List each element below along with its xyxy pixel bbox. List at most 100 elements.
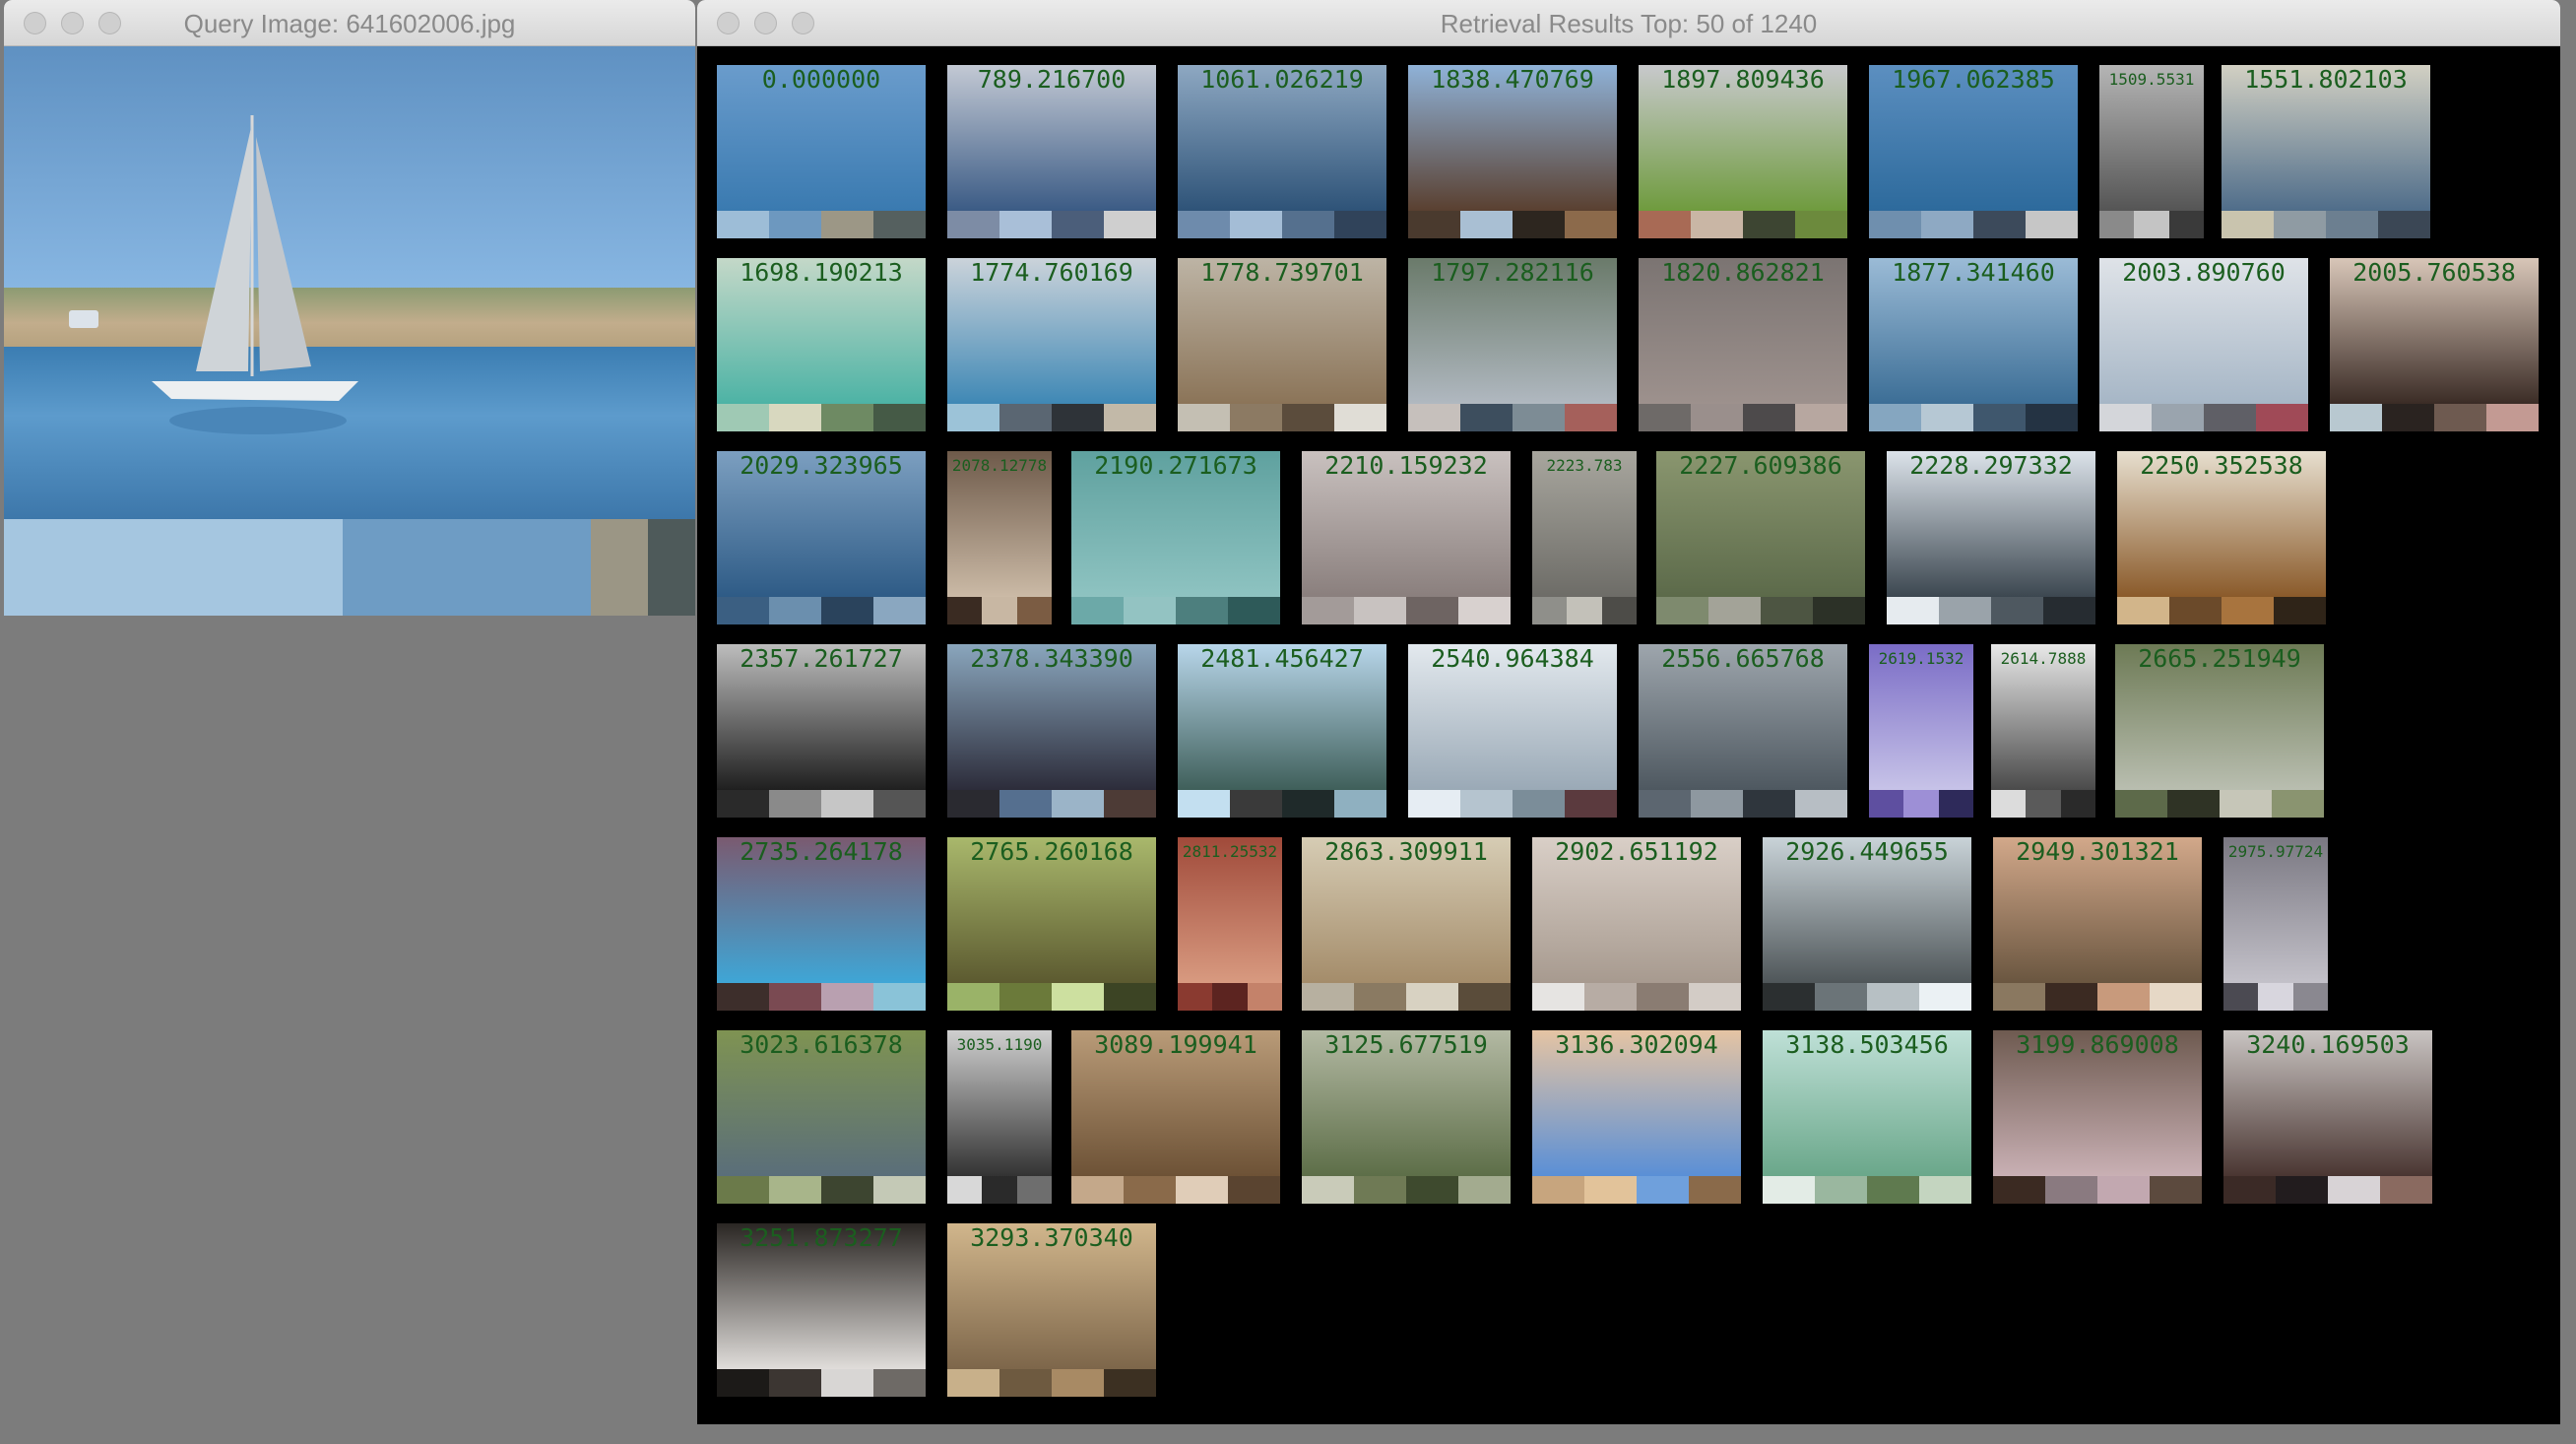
palette-swatch	[717, 211, 769, 238]
result-thumbnail[interactable]: 3240.169503	[2223, 1030, 2432, 1204]
result-palette	[717, 983, 926, 1011]
palette-swatch	[947, 597, 983, 624]
palette-swatch	[1565, 404, 1617, 431]
palette-swatch	[1565, 790, 1617, 818]
palette-swatch	[1639, 790, 1691, 818]
result-palette	[2115, 790, 2324, 818]
result-thumbnail[interactable]: 789.216700	[947, 65, 1156, 238]
palette-swatch	[1639, 211, 1691, 238]
palette-swatch	[1973, 404, 2026, 431]
result-palette	[1408, 404, 1617, 431]
palette-swatch	[2115, 790, 2167, 818]
result-thumbnail[interactable]: 2765.260168	[947, 837, 1156, 1011]
result-thumbnail[interactable]: 1877.341460	[1869, 258, 2078, 431]
result-thumbnail[interactable]: 3125.677519	[1302, 1030, 1511, 1204]
result-thumbnail[interactable]: 2619.1532	[1869, 644, 1973, 818]
result-thumbnail[interactable]: 2005.760538	[2330, 258, 2539, 431]
palette-swatch	[1104, 983, 1156, 1011]
result-thumbnail[interactable]: 2665.251949	[2115, 644, 2324, 818]
result-thumbnail[interactable]: 2975.97724	[2223, 837, 2328, 1011]
result-distance-label: 2975.97724	[2227, 842, 2324, 861]
result-thumbnail[interactable]: 3089.199941	[1071, 1030, 1280, 1204]
result-distance-label: 2210.159232	[1324, 451, 1488, 480]
result-thumbnail[interactable]: 2250.352538	[2117, 451, 2326, 624]
result-thumbnail[interactable]: 3199.869008	[1993, 1030, 2202, 1204]
result-palette	[947, 983, 1156, 1011]
palette-swatch	[1795, 790, 1847, 818]
result-thumbnail[interactable]: 1797.282116	[1408, 258, 1617, 431]
palette-swatch	[2258, 983, 2293, 1011]
result-thumbnail[interactable]: 2735.264178	[717, 837, 926, 1011]
result-thumbnail[interactable]: 2540.964384	[1408, 644, 1617, 818]
result-thumbnail[interactable]: 0.000000	[717, 65, 926, 238]
result-thumbnail[interactable]: 3136.302094	[1532, 1030, 1741, 1204]
palette-swatch	[1532, 983, 1584, 1011]
result-thumbnail[interactable]: 1509.5531	[2099, 65, 2204, 238]
palette-swatch	[1869, 211, 1921, 238]
result-thumbnail[interactable]: 2003.890760	[2099, 258, 2308, 431]
result-thumbnail[interactable]: 2556.665768	[1639, 644, 1847, 818]
result-thumbnail[interactable]: 2863.309911	[1302, 837, 1511, 1011]
result-thumbnail[interactable]: 1897.809436	[1639, 65, 1847, 238]
result-distance-label: 2190.271673	[1094, 451, 1257, 480]
palette-swatch	[982, 597, 1017, 624]
palette-swatch	[1408, 211, 1460, 238]
palette-swatch	[4, 519, 343, 616]
result-palette	[947, 1369, 1156, 1397]
result-thumbnail[interactable]: 2926.449655	[1763, 837, 1971, 1011]
query-titlebar[interactable]: Query Image: 641602006.jpg	[4, 0, 695, 46]
palette-swatch	[1691, 404, 1743, 431]
result-thumbnail[interactable]: 2210.159232	[1302, 451, 1511, 624]
result-thumbnail[interactable]: 2949.301321	[1993, 837, 2202, 1011]
result-thumbnail[interactable]: 1778.739701	[1178, 258, 1386, 431]
result-thumbnail[interactable]: 1551.802103	[2222, 65, 2430, 238]
palette-swatch	[2167, 790, 2220, 818]
palette-swatch	[717, 404, 769, 431]
palette-swatch	[1124, 597, 1176, 624]
result-thumbnail[interactable]: 2902.651192	[1532, 837, 1741, 1011]
palette-swatch	[2223, 1176, 2276, 1204]
palette-swatch	[1763, 983, 1815, 1011]
result-thumbnail[interactable]: 2481.456427	[1178, 644, 1386, 818]
result-distance-label: 1897.809436	[1661, 65, 1825, 94]
palette-swatch	[821, 597, 873, 624]
result-thumbnail[interactable]: 3023.616378	[717, 1030, 926, 1204]
palette-swatch	[1973, 211, 2026, 238]
result-thumbnail[interactable]: 3251.873277	[717, 1223, 926, 1397]
result-thumbnail[interactable]: 2223.783	[1532, 451, 1637, 624]
palette-swatch	[947, 790, 999, 818]
result-thumbnail[interactable]: 2378.343390	[947, 644, 1156, 818]
result-thumbnail[interactable]: 2078.12778	[947, 451, 1052, 624]
result-thumbnail[interactable]: 1967.062385	[1869, 65, 2078, 238]
result-thumbnail[interactable]: 2614.7888	[1991, 644, 2095, 818]
result-thumbnail[interactable]: 1061.026219	[1178, 65, 1386, 238]
result-palette	[717, 1176, 926, 1204]
result-thumbnail[interactable]: 3035.1190	[947, 1030, 1052, 1204]
palette-swatch	[1991, 597, 2043, 624]
result-distance-label: 1061.026219	[1200, 65, 1364, 94]
result-thumbnail[interactable]: 1698.190213	[717, 258, 926, 431]
result-thumbnail[interactable]: 1774.760169	[947, 258, 1156, 431]
result-palette	[1071, 597, 1280, 624]
palette-swatch	[999, 790, 1052, 818]
result-thumbnail[interactable]: 1820.862821	[1639, 258, 1847, 431]
palette-swatch	[2043, 597, 2095, 624]
result-distance-label: 3023.616378	[740, 1030, 903, 1059]
result-thumbnail[interactable]: 1838.470769	[1408, 65, 1617, 238]
result-distance-label: 2228.297332	[1909, 451, 2073, 480]
palette-swatch	[1230, 404, 1282, 431]
result-thumbnail[interactable]: 2227.609386	[1656, 451, 1865, 624]
palette-swatch	[1302, 1176, 1354, 1204]
result-thumbnail[interactable]: 2228.297332	[1887, 451, 2095, 624]
result-thumbnail[interactable]: 3293.370340	[947, 1223, 1156, 1397]
result-thumbnail[interactable]: 3138.503456	[1763, 1030, 1971, 1204]
palette-swatch	[2276, 1176, 2328, 1204]
result-palette	[717, 1369, 926, 1397]
result-thumbnail[interactable]: 2811.25532	[1178, 837, 1282, 1011]
result-distance-label: 1551.802103	[2244, 65, 2408, 94]
result-thumbnail[interactable]: 2357.261727	[717, 644, 926, 818]
palette-swatch	[1919, 1176, 1971, 1204]
result-thumbnail[interactable]: 2190.271673	[1071, 451, 1280, 624]
result-thumbnail[interactable]: 2029.323965	[717, 451, 926, 624]
results-titlebar[interactable]: Retrieval Results Top: 50 of 1240	[697, 0, 2560, 46]
